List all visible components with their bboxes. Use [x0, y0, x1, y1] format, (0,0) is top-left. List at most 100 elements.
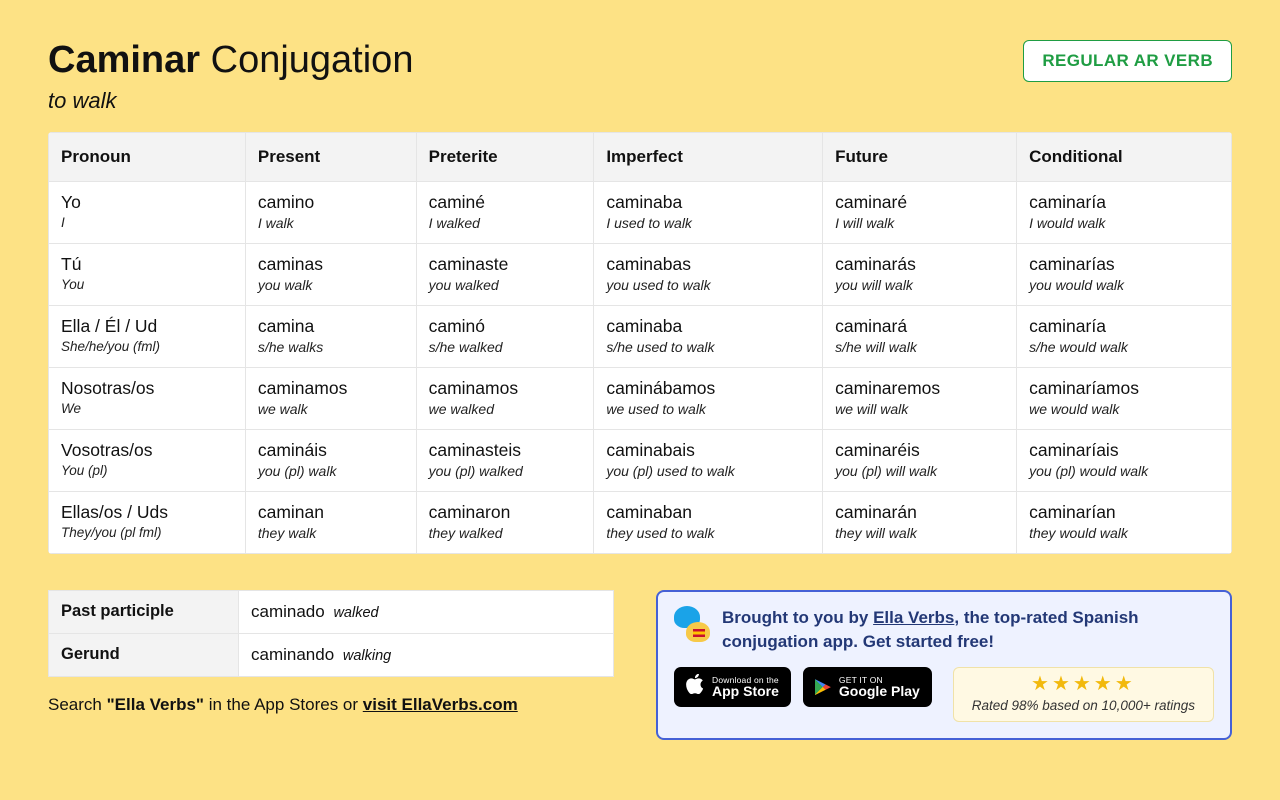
table-row: Nosotras/osWecaminamoswe walkcaminamoswe…: [49, 367, 1232, 429]
conj-en: they would walk: [1029, 525, 1219, 541]
conj-en: you walk: [258, 277, 404, 293]
play-icon: [815, 679, 831, 695]
verb-name: Caminar: [48, 39, 200, 81]
conj-cell: camináisyou (pl) walk: [245, 429, 416, 491]
apple-icon: [686, 674, 704, 700]
rating-text: Rated 98% based on 10,000+ ratings: [972, 698, 1195, 713]
search-line: Search "Ella Verbs" in the App Stores or…: [48, 695, 614, 715]
pronoun-en: You (pl): [61, 463, 233, 478]
pronoun-es: Tú: [61, 254, 233, 275]
conj-en: I used to walk: [606, 215, 810, 231]
table-row: Ellas/os / Uds They/you (pl fml) caminanth…: [49, 491, 1232, 553]
pronoun-cell: TúYou: [49, 243, 246, 305]
conj-es: caminaba: [606, 192, 810, 213]
table-row: YoIcaminoI walkcaminéI walkedcaminabaI u…: [49, 181, 1232, 243]
conj-en: they used to walk: [606, 525, 810, 541]
conj-cell: caminaránthey will walk: [823, 491, 1017, 553]
conj-cell: caminaríaisyou (pl) would walk: [1017, 429, 1232, 491]
conj-es: caminaré: [835, 192, 1004, 213]
google-play-button[interactable]: GET IT ON Google Play: [803, 667, 932, 707]
conj-cell: caminas/he walks: [245, 305, 416, 367]
conj-es: caminamos: [258, 378, 404, 399]
conj-en: s/he will walk: [835, 339, 1004, 355]
participle-en: walked: [333, 605, 378, 621]
conj-en: I walked: [429, 215, 582, 231]
conj-en: we would walk: [1029, 401, 1219, 417]
col-preterite: Preterite: [416, 132, 594, 181]
conj-es: camina: [258, 316, 404, 337]
conj-cell: caminábamoswe used to walk: [594, 367, 823, 429]
conj-cell: caminamoswe walked: [416, 367, 594, 429]
conj-cell: caminaronthey walked: [416, 491, 594, 553]
pronoun-en: They/you (pl fml): [61, 525, 233, 540]
pronoun-cell: Vosotras/os You (pl): [49, 429, 246, 491]
participle-value: caminado walked: [239, 590, 614, 633]
conj-cell: caminanthey walk: [245, 491, 416, 553]
conj-cell: caminarías/he would walk: [1017, 305, 1232, 367]
conj-en: you used to walk: [606, 277, 810, 293]
title-suffix: Conjugation: [211, 39, 414, 81]
table-header-row: Pronoun Present Preterite Imperfect Futu…: [49, 132, 1232, 181]
conj-cell: caminamos we walk: [245, 367, 416, 429]
conj-cell: caminasteis you (pl) walked: [416, 429, 594, 491]
header: Caminar Conjugation to walk REGULAR AR V…: [48, 40, 1232, 114]
col-imperfect: Imperfect: [594, 132, 823, 181]
conj-es: caminaremos: [835, 378, 1004, 399]
bottom-left: Past participlecaminado walkedGerundcami…: [48, 590, 614, 715]
participle-en: walking: [343, 648, 391, 664]
conj-en: we walked: [429, 401, 582, 417]
conjugation-table: Pronoun Present Preterite Imperfect Futu…: [48, 132, 1232, 554]
table-row: TúYou caminas you walk caminaste you walked c…: [49, 243, 1232, 305]
conj-es: caminas: [258, 254, 404, 275]
conj-es: caminasteis: [429, 440, 582, 461]
conj-es: caminaste: [429, 254, 582, 275]
pronoun-es: Vosotras/os: [61, 440, 233, 461]
star-icons: ★★★★★: [972, 672, 1195, 696]
pronoun-cell: YoI: [49, 181, 246, 243]
conj-es: camino: [258, 192, 404, 213]
conj-en: you (pl) used to walk: [606, 463, 810, 479]
pronoun-es: Ellas/os / Uds: [61, 502, 233, 523]
conj-en: you would walk: [1029, 277, 1219, 293]
app-logo-icon: [674, 606, 710, 642]
conj-es: caminaría: [1029, 316, 1219, 337]
promo-prefix: Brought to you by: [722, 608, 873, 627]
search-quoted: "Ella Verbs": [107, 695, 204, 714]
page-title: Caminar Conjugation: [48, 40, 413, 82]
conj-en: we will walk: [835, 401, 1004, 417]
conj-es: caminó: [429, 316, 582, 337]
conj-en: we walk: [258, 401, 404, 417]
promo-top: Brought to you by Ella Verbs, the top-ra…: [674, 606, 1214, 655]
participle-value: caminando walking: [239, 633, 614, 676]
pronoun-es: Ella / Él / Ud: [61, 316, 233, 337]
conj-es: caminaréis: [835, 440, 1004, 461]
col-present: Present: [245, 132, 416, 181]
promo-box: Brought to you by Ella Verbs, the top-ra…: [656, 590, 1232, 740]
conj-en: s/he walked: [429, 339, 582, 355]
conj-cell: caminaríasyou would walk: [1017, 243, 1232, 305]
bottom-row: Past participlecaminado walkedGerundcami…: [48, 590, 1232, 740]
col-future: Future: [823, 132, 1017, 181]
conj-es: caminarás: [835, 254, 1004, 275]
brand-link[interactable]: Ella Verbs: [873, 608, 954, 627]
conj-en: you will walk: [835, 277, 1004, 293]
conj-cell: caminoI walk: [245, 181, 416, 243]
conj-en: they will walk: [835, 525, 1004, 541]
title-block: Caminar Conjugation to walk: [48, 40, 413, 114]
conj-es: caminaron: [429, 502, 582, 523]
conj-en: you walked: [429, 277, 582, 293]
pronoun-es: Yo: [61, 192, 233, 213]
pronoun-en: We: [61, 401, 233, 416]
pronoun-cell: Ellas/os / Uds They/you (pl fml): [49, 491, 246, 553]
visit-link[interactable]: visit EllaVerbs.com: [363, 695, 518, 714]
conj-es: caminaríais: [1029, 440, 1219, 461]
conj-en: you (pl) walked: [429, 463, 582, 479]
verb-translation: to walk: [48, 88, 413, 114]
play-line2: Google Play: [839, 684, 920, 698]
conj-cell: caminabas/he used to walk: [594, 305, 823, 367]
search-prefix: Search: [48, 695, 107, 714]
conj-cell: caminaba I used to walk: [594, 181, 823, 243]
participle-row: Past participlecaminado walked: [49, 590, 614, 633]
col-conditional: Conditional: [1017, 132, 1232, 181]
app-store-button[interactable]: Download on the App Store: [674, 667, 791, 707]
